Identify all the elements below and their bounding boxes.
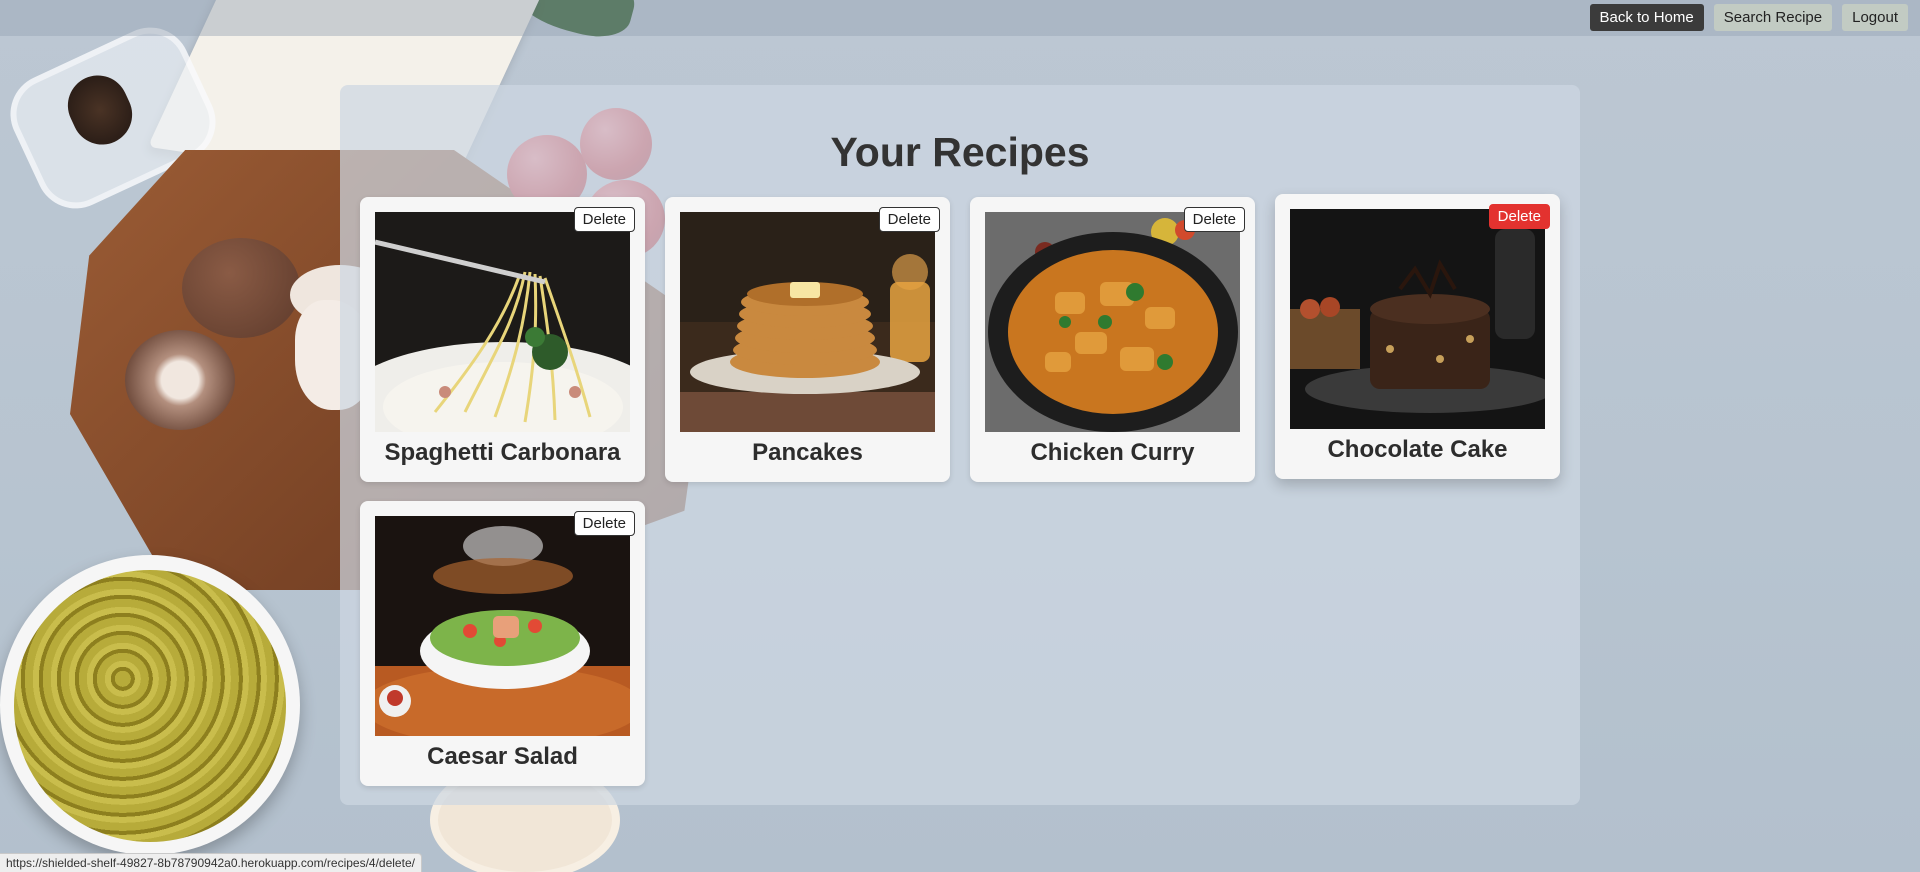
- recipe-image-spaghetti-carbonara: [375, 212, 630, 432]
- delete-button[interactable]: Delete: [573, 207, 635, 232]
- recipe-image-chicken-curry: [985, 212, 1240, 432]
- mushroom-decoration: [125, 330, 235, 430]
- recipe-image-chocolate-cake: [1290, 209, 1545, 429]
- pasta-decoration: [14, 570, 286, 842]
- recipe-card-chocolate-cake[interactable]: Delete Chocolate Cake: [1275, 194, 1560, 479]
- recipe-title: Pancakes: [752, 439, 863, 466]
- recipes-panel: Your Recipes Delete Spaghetti Carbonara …: [340, 85, 1580, 805]
- recipe-title: Caesar Salad: [427, 743, 578, 770]
- chicken-curry-image: [985, 212, 1240, 432]
- recipe-card-caesar-salad[interactable]: Delete Caesar Salad: [360, 501, 645, 786]
- page-title: Your Recipes: [830, 129, 1090, 175]
- recipe-title: Spaghetti Carbonara: [384, 439, 621, 466]
- recipe-title: Chicken Curry: [1030, 439, 1195, 466]
- recipe-card-spaghetti-carbonara[interactable]: Delete Spaghetti Carbonara: [360, 197, 645, 482]
- recipe-image-caesar-salad: [375, 516, 630, 736]
- spaghetti-image: [375, 212, 630, 432]
- recipe-card-chicken-curry[interactable]: Delete Chicken Curry: [970, 197, 1255, 482]
- chocolate-cake-image: [1290, 209, 1545, 429]
- delete-button[interactable]: Delete: [878, 207, 940, 232]
- delete-button[interactable]: Delete: [1488, 204, 1550, 229]
- link-status-bar: https://shielded-shelf-49827-8b78790942a…: [0, 853, 422, 872]
- delete-button[interactable]: Delete: [1183, 207, 1245, 232]
- logout-button[interactable]: Logout: [1842, 4, 1908, 31]
- mushroom-decoration: [182, 238, 300, 338]
- caesar-salad-image: [375, 516, 630, 736]
- nav-buttons: Back to Home Search Recipe Logout: [1589, 4, 1908, 31]
- back-to-home-button[interactable]: Back to Home: [1589, 4, 1704, 31]
- pancakes-image: [680, 212, 935, 432]
- recipe-card-pancakes[interactable]: Delete Pancakes: [665, 197, 950, 482]
- top-navigation-bar: Back to Home Search Recipe Logout: [0, 0, 1920, 36]
- delete-button[interactable]: Delete: [573, 511, 635, 536]
- search-recipe-button[interactable]: Search Recipe: [1713, 4, 1833, 31]
- recipe-image-pancakes: [680, 212, 935, 432]
- recipe-title: Chocolate Cake: [1327, 436, 1508, 463]
